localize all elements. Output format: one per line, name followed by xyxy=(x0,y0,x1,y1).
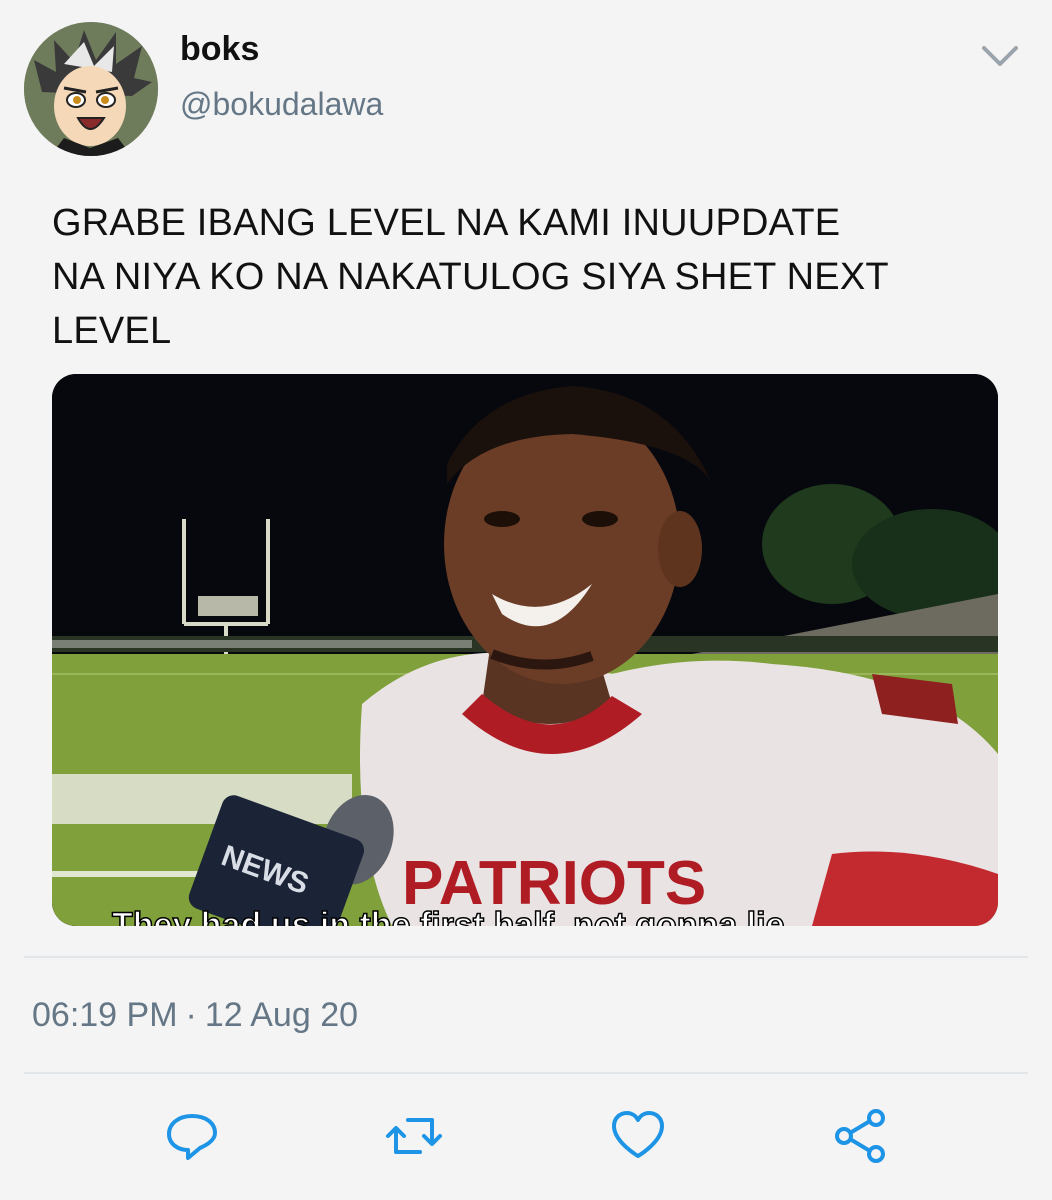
tweet-text-line: LEVEL xyxy=(52,310,172,352)
tweet-time: 06:19 PM xyxy=(32,996,178,1034)
like-button[interactable] xyxy=(608,1106,668,1166)
tweet-media-image[interactable]: PATRIOTS NEWS They had us in the first h… xyxy=(52,374,998,926)
reply-button[interactable] xyxy=(162,1106,222,1166)
separator-dot: · xyxy=(185,996,197,1034)
share-icon xyxy=(835,1109,885,1163)
meme-caption: They had us in the first half, not gonna… xyxy=(112,906,784,926)
share-button[interactable] xyxy=(830,1106,890,1166)
anime-character-avatar-icon xyxy=(24,22,158,156)
tweet-text: GRABE IBANG LEVEL NA KAMI INUUPDATE NA N… xyxy=(52,196,1012,358)
chevron-down-icon[interactable] xyxy=(978,38,1022,74)
author-display-name[interactable]: boks xyxy=(180,30,259,69)
author-handle[interactable]: @bokudalawa xyxy=(180,86,383,123)
tweet-card: boks @bokudalawa GRABE IBANG LEVEL NA KA… xyxy=(0,0,1052,1200)
author-avatar[interactable] xyxy=(24,22,158,156)
tweet-date: 12 Aug 20 xyxy=(204,996,359,1034)
tweet-text-line: NA NIYA KO NA NAKATULOG SIYA SHET NEXT xyxy=(52,256,889,298)
tweet-text-line: GRABE IBANG LEVEL NA KAMI INUUPDATE xyxy=(52,202,841,244)
tweet-timestamp[interactable]: 06:19 PM · 12 Aug 20 xyxy=(32,996,358,1035)
like-icon xyxy=(612,1111,664,1158)
divider xyxy=(24,956,1028,958)
divider xyxy=(24,1072,1028,1074)
retweet-button[interactable] xyxy=(384,1106,444,1166)
retweet-icon xyxy=(386,1118,442,1154)
reply-icon xyxy=(167,1114,217,1160)
